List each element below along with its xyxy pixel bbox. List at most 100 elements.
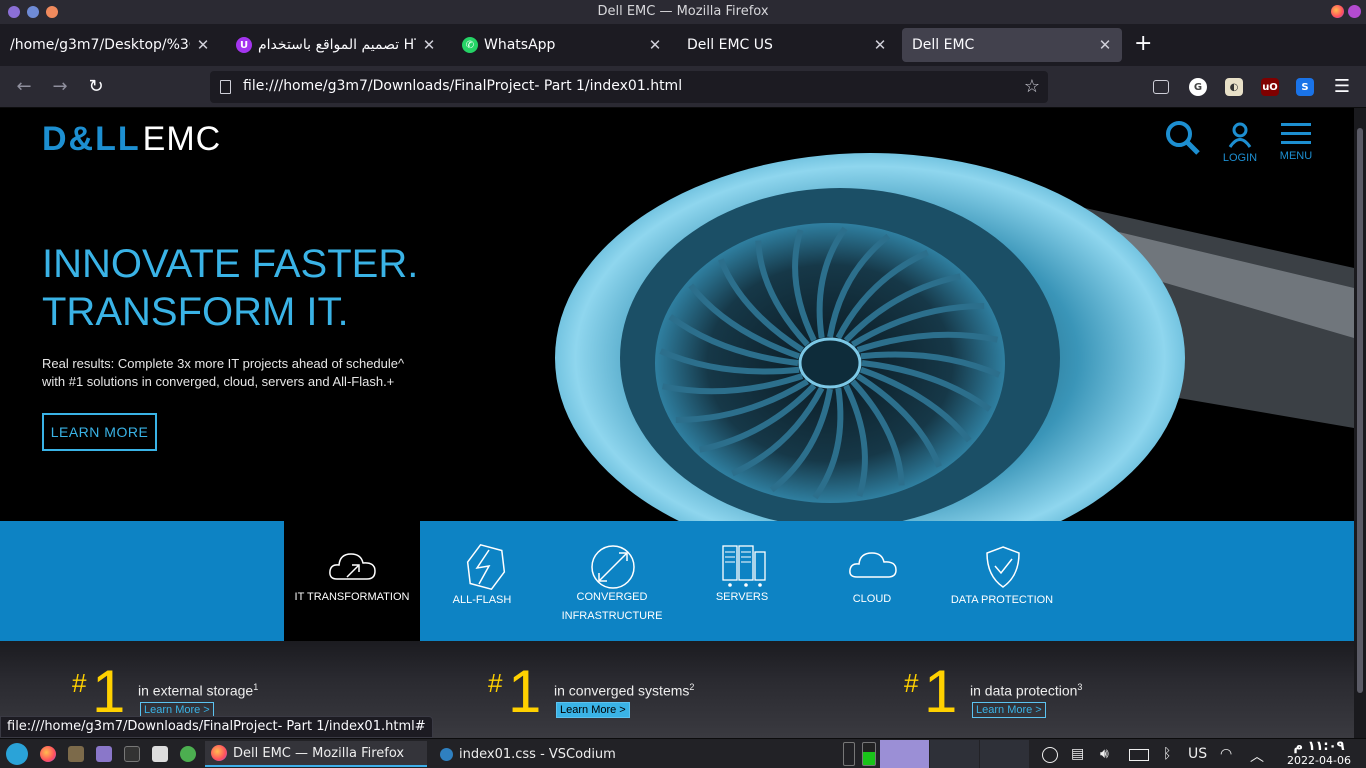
server-icon xyxy=(722,545,766,587)
desktop-1[interactable] xyxy=(880,740,929,768)
close-tab-icon[interactable]: ✕ xyxy=(422,36,436,54)
login-label: LOGIN xyxy=(1222,152,1258,164)
bookmark-star-icon[interactable]: ☆ xyxy=(1024,76,1040,97)
learn-more-button[interactable]: LEARN MORE xyxy=(42,413,157,451)
forward-button[interactable]: → xyxy=(49,76,71,98)
keyboard-layout[interactable]: US xyxy=(1188,746,1207,762)
tab-udemy-course[interactable]: U تصميم المواقع باستخدام HTML و CSS ✕ xyxy=(226,28,446,62)
app-a-icon[interactable] xyxy=(96,746,112,762)
user-icon xyxy=(1228,122,1252,148)
clock-date: 2022-04-06 xyxy=(1287,754,1351,767)
tab-label: Dell EMC xyxy=(912,37,975,53)
login-button[interactable]: LOGIN xyxy=(1222,122,1258,164)
system-clock[interactable]: ١١:٠٩ م 2022-04-06 xyxy=(1276,740,1362,768)
task-firefox[interactable]: Dell EMC — Mozilla Firefox xyxy=(205,741,427,767)
new-tab-button[interactable]: + xyxy=(1134,33,1152,55)
volume-icon[interactable]: 🔊︎ xyxy=(1100,746,1109,762)
stat-learn-more-link[interactable]: Learn More > xyxy=(972,702,1046,718)
tab-label: WhatsApp xyxy=(484,37,556,53)
hero-headline-line-2: TRANSFORM IT. xyxy=(42,290,349,334)
task-vscodium[interactable]: index01.css - VSCodium xyxy=(434,741,656,767)
app-menu-icon[interactable]: ☰ xyxy=(1331,76,1353,98)
page-icon xyxy=(220,80,231,94)
category-servers[interactable]: SERVERS xyxy=(674,521,810,641)
extension-icon[interactable]: ◐ xyxy=(1225,78,1243,96)
hero-headline: INNOVATE FASTER. TRANSFORM IT. xyxy=(42,240,502,336)
tab-desktop-file[interactable]: /home/g3m7/Desktop/%3C!DO ✕ xyxy=(0,28,220,62)
firefox-icon xyxy=(1331,5,1344,18)
stat-text-label: in data protection xyxy=(970,682,1078,699)
hamburger-icon xyxy=(1281,123,1311,144)
pocket-icon[interactable] xyxy=(1153,80,1169,94)
grammarly-icon[interactable]: G xyxy=(1189,78,1207,96)
window-close-button[interactable] xyxy=(1348,5,1361,18)
category-label: ALL-FLASH xyxy=(452,594,512,606)
desktop-2[interactable] xyxy=(930,740,979,768)
category-band: IT TRANSFORMATION ALL-FLASH CONVERGED IN… xyxy=(0,521,1354,641)
file-manager-icon[interactable] xyxy=(68,746,84,762)
app-g-icon[interactable] xyxy=(180,746,196,762)
scrollbar-thumb[interactable] xyxy=(1357,128,1363,693)
dell-emc-logo[interactable]: D&LL EMC xyxy=(42,119,222,158)
category-cloud[interactable]: CLOUD xyxy=(804,521,940,641)
category-it-transformation[interactable]: IT TRANSFORMATION xyxy=(284,521,420,641)
category-converged-infrastructure[interactable]: CONVERGED INFRASTRUCTURE xyxy=(544,521,680,641)
task-label: index01.css - VSCodium xyxy=(459,746,616,762)
category-label: DATA PROTECTION xyxy=(950,594,1054,606)
back-button[interactable]: ← xyxy=(13,76,35,98)
ublock-icon[interactable]: uO xyxy=(1261,78,1279,96)
battery-meter xyxy=(843,742,855,766)
address-bar[interactable]: file:///home/g3m7/Downloads/FinalProject… xyxy=(210,71,1048,103)
desktop-3[interactable] xyxy=(980,740,1029,768)
window-title: Dell EMC — Mozilla Firefox xyxy=(597,4,769,19)
menu-button[interactable]: MENU xyxy=(1279,122,1313,162)
close-tab-icon[interactable]: ✕ xyxy=(1098,36,1112,54)
stat-text-label: in external storage xyxy=(138,682,254,699)
stat-rank: 1 xyxy=(92,658,126,725)
stat-learn-more-link[interactable]: Learn More > xyxy=(556,702,630,718)
category-all-flash[interactable]: ALL-FLASH xyxy=(414,521,550,641)
stat-rank: 1 xyxy=(508,658,542,725)
hero-subtext-line-2: with #1 solutions in converged, cloud, s… xyxy=(42,374,395,389)
media-pause-icon[interactable] xyxy=(1042,747,1058,763)
firefox-launcher-icon[interactable] xyxy=(40,746,56,762)
tab-whatsapp[interactable]: ✆ WhatsApp ✕ xyxy=(452,28,672,62)
close-tab-icon[interactable]: ✕ xyxy=(648,36,662,54)
cloud-arrow-icon xyxy=(329,553,376,580)
category-label: IT TRANSFORMATION xyxy=(294,591,410,603)
s-extension-icon[interactable]: S xyxy=(1296,78,1314,96)
stat-hash: # xyxy=(488,668,503,698)
link-status-url: file:///home/g3m7/Downloads/FinalProject… xyxy=(0,716,433,738)
app-launcher-icon[interactable] xyxy=(6,743,28,765)
document-icon[interactable] xyxy=(152,746,168,762)
window-titlebar: Dell EMC — Mozilla Firefox xyxy=(0,0,1366,24)
tab-label: تصميم المواقع باستخدام HTML و CSS xyxy=(258,37,416,53)
terminal-icon[interactable] xyxy=(124,746,140,762)
tray-expand-icon[interactable]: ︿ xyxy=(1250,746,1264,766)
battery-icon[interactable] xyxy=(1129,749,1149,761)
stat-hash: # xyxy=(904,668,919,698)
cpu-meter xyxy=(862,742,876,766)
web-page: D&LL EMC LOGIN MENU INNOVATE FASTER. TRA… xyxy=(0,108,1354,738)
category-data-protection[interactable]: DATA PROTECTION xyxy=(934,521,1070,641)
page-scrollbar[interactable] xyxy=(1354,108,1366,738)
close-tab-icon[interactable]: ✕ xyxy=(196,36,210,54)
cloud-icon xyxy=(849,552,897,578)
reload-button[interactable]: ↻ xyxy=(85,76,107,98)
bluetooth-icon[interactable]: ᛒ xyxy=(1163,746,1171,762)
whatsapp-icon: ✆ xyxy=(462,37,478,53)
flash-icon xyxy=(466,544,506,590)
stat-text: in external storage1 xyxy=(138,682,258,699)
search-icon[interactable] xyxy=(1165,120,1201,159)
close-tab-icon[interactable]: ✕ xyxy=(873,36,887,54)
tab-label: /home/g3m7/Desktop/%3C!DO xyxy=(10,37,190,53)
vscodium-icon xyxy=(440,747,453,761)
tab-dell-emc[interactable]: Dell EMC ✕ xyxy=(902,28,1122,62)
tab-dell-emc-us[interactable]: Dell EMC US ✕ xyxy=(677,28,897,62)
clipboard-icon[interactable]: ▤ xyxy=(1071,746,1084,762)
jet-engine-image xyxy=(555,153,1354,523)
udemy-icon: U xyxy=(236,37,252,53)
logo-emc: EMC xyxy=(142,119,222,158)
wifi-icon[interactable]: ◠ xyxy=(1220,746,1232,762)
hero-headline-line-1: INNOVATE FASTER. xyxy=(42,242,419,286)
